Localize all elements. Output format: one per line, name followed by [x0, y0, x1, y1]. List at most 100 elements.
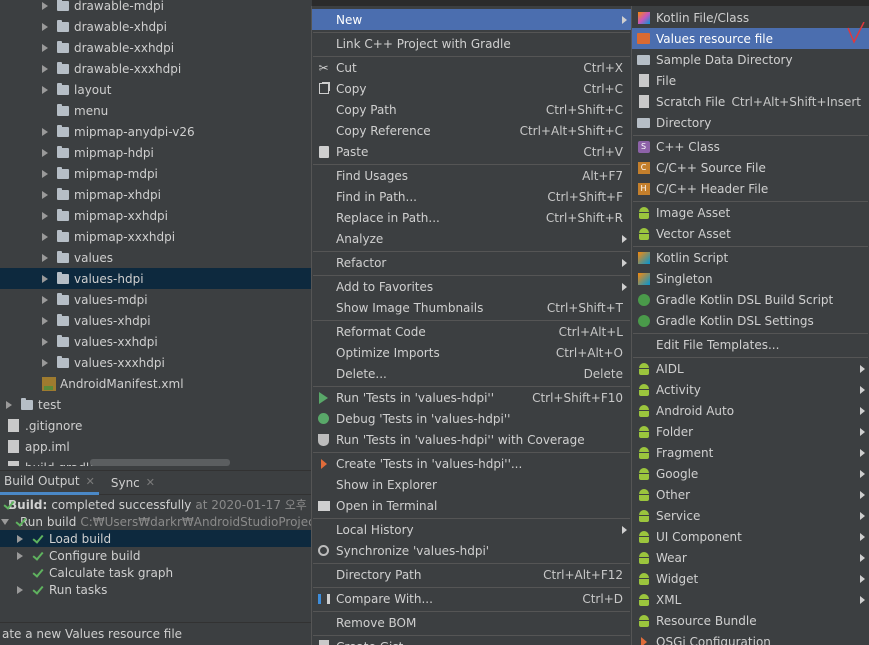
tree-item[interactable]: menu — [0, 100, 312, 121]
tree-item[interactable]: values-xxhdpi — [0, 331, 312, 352]
menu-create-gist[interactable]: Create Gist... — [312, 636, 631, 645]
menu-replace-in-path[interactable]: Replace in Path... Ctrl+Shift+R — [312, 207, 631, 228]
chevron-right-icon[interactable] — [6, 400, 12, 409]
tree-item[interactable]: values-xxxhdpi — [0, 352, 312, 373]
chevron-right-icon[interactable] — [42, 232, 48, 241]
menu-xml[interactable]: XML — [632, 589, 869, 610]
menu-link-cpp[interactable]: Link C++ Project with Gradle — [312, 33, 631, 54]
menu-open-terminal[interactable]: Open in Terminal — [312, 495, 631, 516]
menu-gradle-settings[interactable]: Gradle Kotlin DSL Settings — [632, 310, 869, 331]
menu-remove-bom[interactable]: Remove BOM — [312, 612, 631, 633]
calc-task-graph-row[interactable]: Calculate task graph — [0, 564, 312, 581]
chevron-right-icon[interactable] — [42, 316, 48, 325]
chevron-right-icon[interactable] — [42, 1, 48, 10]
tree-item[interactable]: values — [0, 247, 312, 268]
run-build-row[interactable]: Run build C:₩Users₩darkr₩AndroidStudioPr… — [0, 513, 338, 530]
menu-image-asset[interactable]: Image Asset — [632, 202, 869, 223]
menu-find-in-path[interactable]: Find in Path... Ctrl+Shift+F — [312, 186, 631, 207]
menu-aidl[interactable]: AIDL — [632, 358, 869, 379]
menu-delete[interactable]: Delete... Delete — [312, 363, 631, 384]
tree-item[interactable]: mipmap-mdpi — [0, 163, 312, 184]
menu-analyze[interactable]: Analyze — [312, 228, 631, 249]
menu-find-usages[interactable]: Find Usages Alt+F7 — [312, 165, 631, 186]
tree-item[interactable]: values-xhdpi — [0, 310, 312, 331]
chevron-right-icon[interactable] — [17, 585, 23, 594]
menu-add-favorites[interactable]: Add to Favorites — [312, 276, 631, 297]
menu-directory-path[interactable]: Directory Path Ctrl+Alt+F12 — [312, 564, 631, 585]
menu-create-tests[interactable]: Create 'Tests in 'values-hdpi''... — [312, 453, 631, 474]
tree-item[interactable]: drawable-xxxhdpi — [0, 58, 312, 79]
menu-wear[interactable]: Wear — [632, 547, 869, 568]
chevron-right-icon[interactable] — [42, 64, 48, 73]
menu-service[interactable]: Service — [632, 505, 869, 526]
menu-refactor[interactable]: Refactor — [312, 252, 631, 273]
close-icon[interactable]: ✕ — [146, 476, 155, 489]
menu-edit-templates[interactable]: Edit File Templates... — [632, 334, 869, 355]
menu-widget[interactable]: Widget — [632, 568, 869, 589]
chevron-right-icon[interactable] — [17, 534, 23, 543]
tree-item[interactable]: AndroidManifest.xml — [0, 373, 312, 394]
tree-item[interactable]: values-hdpi — [0, 268, 312, 289]
menu-cpp-header[interactable]: H C/C++ Header File — [632, 178, 869, 199]
menu-activity[interactable]: Activity — [632, 379, 869, 400]
menu-show-thumbnails[interactable]: Show Image Thumbnails Ctrl+Shift+T — [312, 297, 631, 318]
menu-compare[interactable]: Compare With... Ctrl+D — [312, 588, 631, 609]
menu-fragment[interactable]: Fragment — [632, 442, 869, 463]
chevron-right-icon[interactable] — [42, 85, 48, 94]
menu-osgi[interactable]: OSGi Configuration — [632, 631, 869, 645]
menu-other[interactable]: Other — [632, 484, 869, 505]
menu-debug-tests[interactable]: Debug 'Tests in 'values-hdpi'' — [312, 408, 631, 429]
project-tree[interactable]: drawable-mdpi drawable-xhdpi drawable-xxhd… — [0, 0, 312, 466]
menu-reformat[interactable]: Reformat Code Ctrl+Alt+L — [312, 321, 631, 342]
tree-item[interactable]: mipmap-hdpi — [0, 142, 312, 163]
menu-values-resource[interactable]: Values resource file — [632, 28, 869, 49]
menu-show-explorer[interactable]: Show in Explorer — [312, 474, 631, 495]
chevron-right-icon[interactable] — [17, 551, 23, 560]
menu-paste[interactable]: Paste Ctrl+V — [312, 141, 631, 162]
menu-kotlin-file[interactable]: Kotlin File/Class — [632, 7, 869, 28]
menu-kotlin-script[interactable]: Kotlin Script — [632, 247, 869, 268]
menu-sample-data[interactable]: Sample Data Directory — [632, 49, 869, 70]
menu-cut[interactable]: ✂ Cut Ctrl+X — [312, 57, 631, 78]
menu-copy-path[interactable]: Copy Path Ctrl+Shift+C — [312, 99, 631, 120]
menu-file[interactable]: File — [632, 70, 869, 91]
menu-cpp-class[interactable]: S C++ Class — [632, 136, 869, 157]
chevron-right-icon[interactable] — [42, 169, 48, 178]
run-tasks-row[interactable]: Run tasks — [0, 581, 312, 598]
menu-folder[interactable]: Folder — [632, 421, 869, 442]
menu-scratch-file[interactable]: Scratch File Ctrl+Alt+Shift+Insert — [632, 91, 869, 112]
menu-local-history[interactable]: Local History — [312, 519, 631, 540]
close-icon[interactable]: ✕ — [86, 475, 95, 488]
chevron-right-icon[interactable] — [42, 127, 48, 136]
menu-vector-asset[interactable]: Vector Asset — [632, 223, 869, 244]
menu-run-coverage[interactable]: Run 'Tests in 'values-hdpi'' with Covera… — [312, 429, 631, 450]
tree-item[interactable]: .gitignore — [0, 415, 312, 436]
tab-sync[interactable]: Sync ✕ — [107, 471, 159, 495]
menu-optimize-imports[interactable]: Optimize Imports Ctrl+Alt+O — [312, 342, 631, 363]
chevron-right-icon[interactable] — [42, 337, 48, 346]
menu-new[interactable]: New — [312, 9, 631, 30]
load-build-row[interactable]: Load build — [0, 530, 312, 547]
tree-item[interactable]: drawable-mdpi — [0, 0, 312, 16]
tree-item[interactable]: mipmap-xxhdpi — [0, 205, 312, 226]
chevron-right-icon[interactable] — [42, 211, 48, 220]
menu-google[interactable]: Google — [632, 463, 869, 484]
tab-build-output[interactable]: Build Output ✕ — [0, 471, 99, 495]
menu-gradle-build[interactable]: Gradle Kotlin DSL Build Script — [632, 289, 869, 310]
chevron-right-icon[interactable] — [42, 295, 48, 304]
menu-singleton[interactable]: Singleton — [632, 268, 869, 289]
chevron-down-icon[interactable] — [1, 518, 9, 525]
tree-item[interactable]: mipmap-anydpi-v26 — [0, 121, 312, 142]
chevron-right-icon[interactable] — [42, 253, 48, 262]
tree-item[interactable]: mipmap-xxxhdpi — [0, 226, 312, 247]
tree-item[interactable]: drawable-xhdpi — [0, 16, 312, 37]
menu-ui-component[interactable]: UI Component — [632, 526, 869, 547]
chevron-right-icon[interactable] — [42, 148, 48, 157]
menu-run-tests[interactable]: Run 'Tests in 'values-hdpi'' Ctrl+Shift+F… — [312, 387, 631, 408]
tree-item[interactable]: test — [0, 394, 312, 415]
tree-item[interactable]: layout — [0, 79, 312, 100]
tree-item[interactable]: mipmap-xhdpi — [0, 184, 312, 205]
tree-item[interactable]: drawable-xxhdpi — [0, 37, 312, 58]
menu-copy-reference[interactable]: Copy Reference Ctrl+Alt+Shift+C — [312, 120, 631, 141]
chevron-right-icon[interactable] — [42, 274, 48, 283]
